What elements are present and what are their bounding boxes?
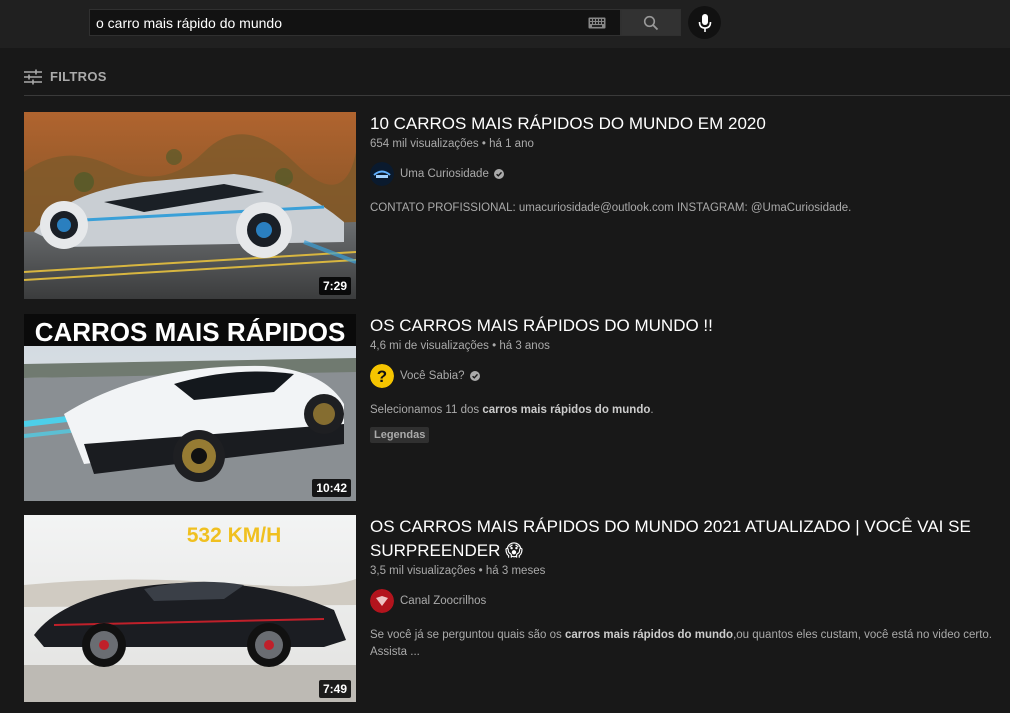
channel-name: Você Sabia? [400,370,465,382]
meta-separator: • [475,565,486,577]
thumbnail-caption: 532 KM/H [187,524,282,547]
video-info: OS CARROS MAIS RÁPIDOS DO MUNDO 2021 ATU… [370,515,1010,661]
video-result: 7:29 10 CARROS MAIS RÁPIDOS DO MUNDO EM … [24,112,1010,299]
thumbnail-caption: CARROS MAIS RÁPIDOS [35,317,346,347]
view-count: 3,5 mil visualizações [370,565,476,577]
description-highlight: carros mais rápidos do mundo [565,629,734,641]
video-thumbnail[interactable]: CARROS MAIS RÁPIDOS 10:42 [24,314,356,501]
description-highlight: carros mais rápidos do mundo [482,404,651,416]
channel-link[interactable]: ? Você Sabia? [370,364,1010,388]
channel-avatar[interactable] [370,589,394,613]
sliders-icon [24,69,42,84]
search-icon [643,15,659,30]
verified-badge-icon [493,169,504,179]
filters-button[interactable]: FILTROS [24,62,107,92]
description-text: Se você já se perguntou quais são os [370,629,565,641]
video-description: Se você já se perguntou quais são os car… [370,627,1000,661]
description-text: CONTATO PROFISSIONAL: umacuriosidade@out… [370,202,852,214]
search-box [89,9,621,36]
video-thumbnail[interactable]: 7:29 [24,112,356,299]
upload-age: há 1 ano [489,138,534,150]
video-meta: 4,6 mi de visualizações • há 3 anos [370,340,1010,352]
video-result: 532 KM/H 7:49 OS CARROS MAIS RÁPIDOS DO … [24,515,1010,702]
verified-badge-icon [469,371,480,381]
channel-link[interactable]: Canal Zoocrilhos [370,589,1010,613]
video-title[interactable]: 10 CARROS MAIS RÁPIDOS DO MUNDO EM 2020 [370,112,1010,136]
view-count: 654 mil visualizações [370,138,479,150]
upload-age: há 3 meses [485,565,546,577]
search-button[interactable] [621,9,681,36]
keyboard-icon[interactable] [588,16,610,30]
video-duration: 10:42 [312,479,351,497]
description-text: . [650,404,654,416]
filter-bar: FILTROS [24,64,1010,96]
upload-age: há 3 anos [499,340,550,352]
video-thumbnail[interactable]: 532 KM/H 7:49 [24,515,356,702]
search-input[interactable] [90,10,588,35]
video-result: CARROS MAIS RÁPIDOS 10:42 OS CARROS MAIS… [24,314,1010,501]
video-meta: 654 mil visualizações • há 1 ano [370,138,1010,150]
captions-badge: Legendas [370,427,430,443]
video-info: OS CARROS MAIS RÁPIDOS DO MUNDO !! 4,6 m… [370,314,1010,443]
description-text: Selecionamos 11 dos [370,404,483,416]
video-description: Selecionamos 11 dos carros mais rápidos … [370,402,1000,419]
meta-separator: • [488,340,500,352]
video-duration: 7:29 [318,277,351,295]
filters-label: FILTROS [50,69,107,84]
meta-separator: • [478,138,490,150]
view-count: 4,6 mi de visualizações [370,340,489,352]
channel-avatar[interactable] [370,162,394,186]
channel-name: Uma Curiosidade [400,168,489,180]
svg-text:?: ? [377,367,387,386]
masthead [0,0,1010,48]
video-description: CONTATO PROFISSIONAL: umacuriosidade@out… [370,200,1000,217]
video-duration: 7:49 [318,680,351,698]
video-info: 10 CARROS MAIS RÁPIDOS DO MUNDO EM 2020 … [370,112,1010,217]
voice-search-button[interactable] [688,6,721,39]
channel-name: Canal Zoocrilhos [400,595,487,607]
video-meta: 3,5 mil visualizações • há 3 meses [370,565,1010,577]
microphone-icon [698,13,711,32]
channel-avatar[interactable]: ? [370,364,394,388]
video-title[interactable]: OS CARROS MAIS RÁPIDOS DO MUNDO !! [370,314,1010,338]
video-title[interactable]: OS CARROS MAIS RÁPIDOS DO MUNDO 2021 ATU… [370,515,1010,563]
channel-link[interactable]: Uma Curiosidade [370,162,1010,186]
